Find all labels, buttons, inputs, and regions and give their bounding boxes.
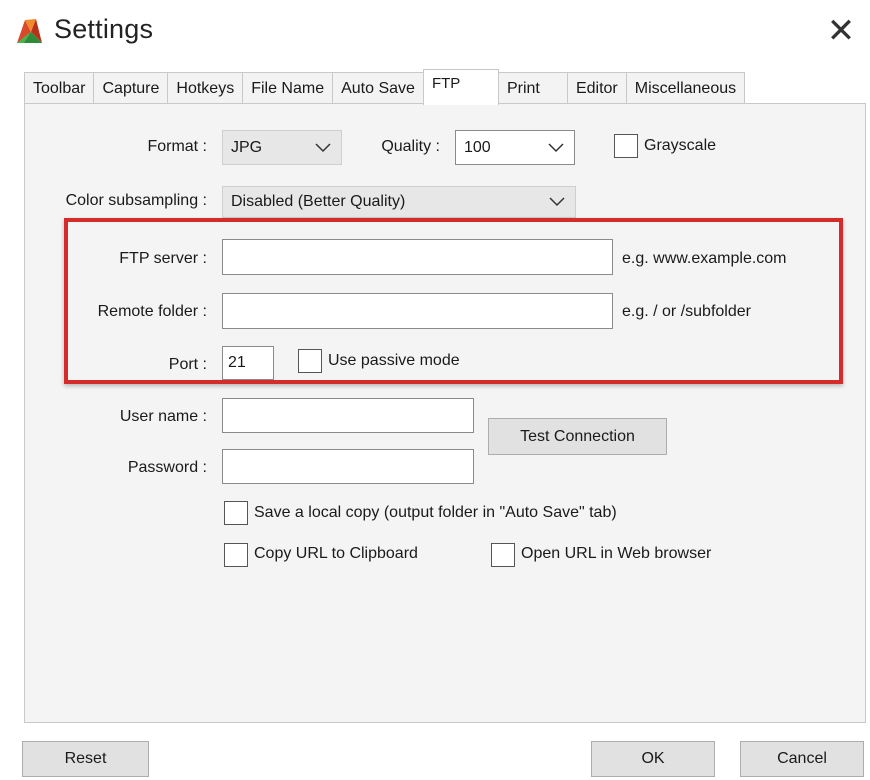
- user-name-label: User name :: [119, 408, 207, 425]
- ftp-server-input[interactable]: [222, 239, 613, 275]
- tab-print[interactable]: Print: [497, 72, 568, 104]
- password-label: Password :: [127, 459, 207, 476]
- tab-miscellaneous[interactable]: Miscellaneous: [625, 72, 746, 104]
- reset-button[interactable]: Reset: [22, 741, 149, 777]
- grayscale-checkbox[interactable]: [614, 134, 638, 158]
- cancel-button[interactable]: Cancel: [740, 741, 864, 777]
- app-logo-icon: [14, 16, 44, 46]
- color-subsampling-select[interactable]: Disabled (Better Quality): [222, 186, 576, 218]
- ok-button[interactable]: OK: [591, 741, 715, 777]
- copy-url-checkbox[interactable]: [224, 543, 248, 567]
- quality-value: 100: [464, 138, 491, 156]
- quality-select[interactable]: 100: [455, 130, 575, 165]
- passive-mode-checkbox[interactable]: [298, 349, 322, 373]
- passive-mode-label: Use passive mode: [328, 352, 460, 369]
- remote-folder-label: Remote folder :: [97, 303, 207, 320]
- ftp-server-hint: e.g. www.example.com: [622, 250, 787, 267]
- remote-folder-input[interactable]: [222, 293, 613, 329]
- chevron-down-icon: [548, 142, 564, 152]
- tab-editor[interactable]: Editor: [566, 72, 627, 104]
- tab-capture[interactable]: Capture: [93, 72, 169, 104]
- format-select[interactable]: JPG: [222, 130, 342, 165]
- tab-ftp[interactable]: FTP: [422, 69, 499, 105]
- user-name-input[interactable]: [222, 398, 474, 433]
- tab-bar: Toolbar Capture Hotkeys File Name Auto S…: [24, 69, 746, 105]
- copy-url-label: Copy URL to Clipboard: [254, 545, 418, 562]
- close-icon: ✕: [826, 12, 856, 50]
- port-input[interactable]: [222, 346, 274, 380]
- port-label: Port :: [168, 356, 207, 373]
- tab-toolbar[interactable]: Toolbar: [24, 72, 95, 104]
- ftp-server-label: FTP server :: [119, 250, 207, 267]
- tab-auto-save[interactable]: Auto Save: [332, 72, 424, 104]
- color-subsampling-label: Color subsampling :: [65, 192, 207, 209]
- quality-label: Quality :: [381, 138, 440, 155]
- chevron-down-icon: [315, 142, 331, 152]
- open-url-label: Open URL in Web browser: [521, 545, 712, 562]
- save-local-copy-checkbox[interactable]: [224, 501, 248, 525]
- remote-folder-hint: e.g. / or /subfolder: [622, 303, 751, 320]
- open-url-checkbox[interactable]: [491, 543, 515, 567]
- tab-file-name[interactable]: File Name: [242, 72, 334, 104]
- close-button[interactable]: ✕: [812, 6, 870, 56]
- save-local-copy-label: Save a local copy (output folder in "Aut…: [254, 504, 617, 521]
- password-input[interactable]: [222, 449, 474, 484]
- grayscale-label: Grayscale: [644, 137, 717, 154]
- format-label: Format :: [147, 138, 207, 155]
- window-title: Settings: [54, 14, 154, 44]
- test-connection-button[interactable]: Test Connection: [488, 418, 667, 455]
- format-value: JPG: [231, 138, 263, 156]
- color-subsampling-value: Disabled (Better Quality): [231, 193, 406, 210]
- chevron-down-icon: [549, 197, 565, 207]
- tab-hotkeys[interactable]: Hotkeys: [167, 72, 244, 104]
